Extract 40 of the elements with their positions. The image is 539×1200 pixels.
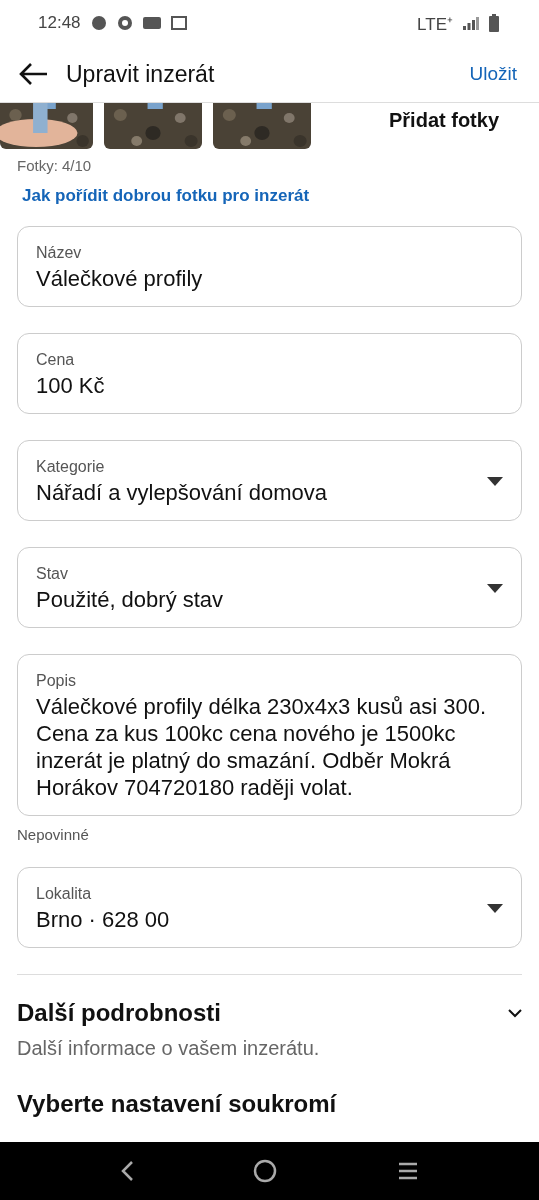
photo-tips-link[interactable]: Jak pořídit dobrou fotku pro inzerát [22,186,539,206]
dropdown-field[interactable]: Lokalita Brno · 628 00 [17,867,522,948]
recents-nav-icon[interactable] [397,1161,420,1181]
battery-icon [489,14,499,32]
home-nav-icon[interactable] [253,1159,278,1183]
clock: 12:48 [38,13,81,33]
field-value: Nářadí a vylepšování domova [36,479,329,506]
field-hint: Nepovinné [17,826,90,843]
page-title: Upravit inzerát [66,60,216,88]
field-label: Stav [36,565,69,583]
back-arrow-icon[interactable] [18,62,48,86]
back-nav-icon[interactable] [119,1160,134,1182]
section-title: Další podrobnosti [17,999,222,1027]
input-field[interactable]: Popis Válečkové profily délka 230x4x3 kusů asi 300. Cena za kus 100kc cena nového je 1500kc inzerát je platný do smazání. Odběr Mokrá Horákov 704720180 raději volat. [17,654,522,816]
dropdown-caret-icon [487,477,503,487]
input-field[interactable]: Cena 100 Kč [17,333,522,414]
card-icon [142,17,161,29]
photo-count: Fotky: 4/10 [17,157,93,174]
dropdown-caret-icon [487,584,503,594]
network-type: LTE⁺ [417,13,453,35]
field-label: Lokalita [36,885,93,903]
section-title: Vyberte nastavení soukromí [17,1090,338,1118]
save-button[interactable]: Uložit [469,63,517,85]
field-value: 100 Kč [36,372,106,399]
add-photos-button[interactable]: Přidat fotky [349,109,539,132]
signal-icon [463,16,479,30]
dropdown-field[interactable]: Stav Použité, dobrý stav [17,547,522,628]
dropdown-caret-icon [487,904,503,914]
field-value: Válečkové profily délka 230x4x3 kusů asi 300. Cena za kus 100kc cena nového je 1500kc inzerát je platný do smazání. Odběr Mokrá Horákov 704720180 raději volat. [36,693,488,801]
field-label: Kategorie [36,458,106,476]
field-label: Název [36,244,83,262]
field-label: Popis [36,672,78,690]
input-field[interactable]: Název Válečkové profily [17,226,522,307]
field-value: Brno · 628 00 [36,906,171,933]
dropdown-field[interactable]: Kategorie Nářadí a vylepšování domova [17,440,522,521]
field-value: Použité, dobrý stav [36,586,225,613]
section-subtitle: Další informace o vašem inzerátu. [17,1037,321,1060]
field-label: Cena [36,351,76,369]
chevron-icon[interactable] [508,1008,522,1018]
field-value: Válečkové profily [36,265,204,292]
